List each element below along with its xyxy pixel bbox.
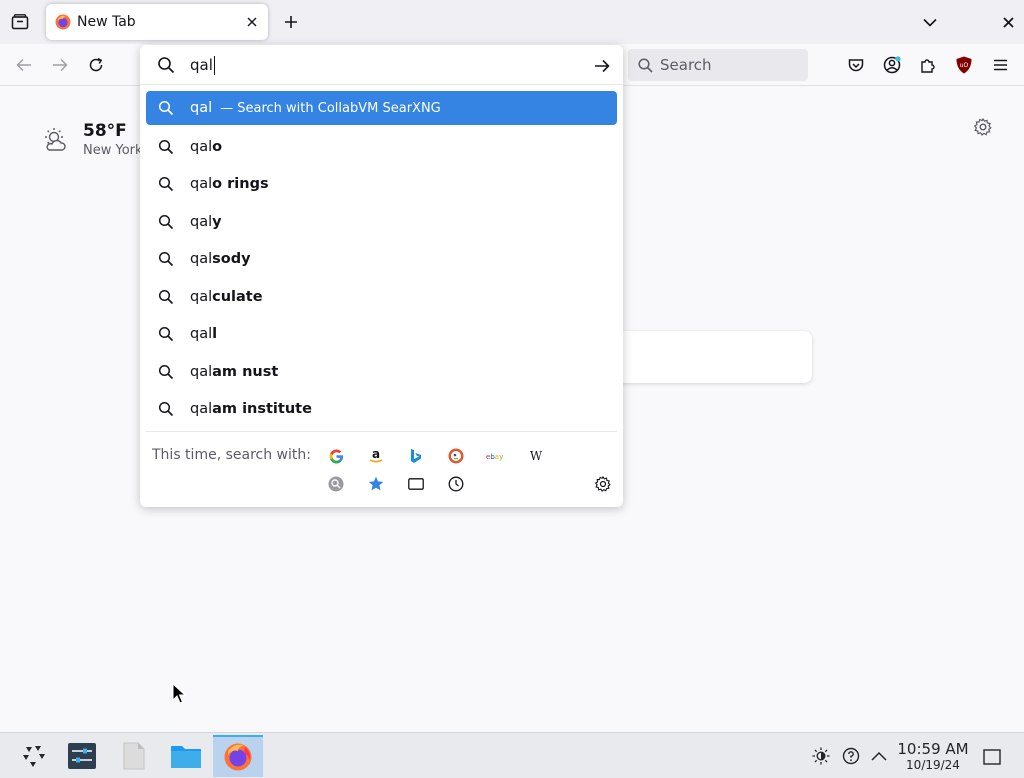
svg-text:a: a (372, 448, 380, 461)
svg-text:ebay: ebay (486, 453, 503, 461)
suggestion-row[interactable]: qalo rings (146, 166, 617, 204)
suggestion-text: qalam institute (190, 401, 312, 418)
close-window-icon[interactable] (994, 8, 1022, 36)
urlbar-input[interactable]: qal (190, 54, 215, 76)
divider (146, 431, 617, 432)
firefox-view-icon[interactable] (8, 10, 32, 34)
google-icon[interactable] (324, 444, 348, 468)
suggestion-row[interactable]: qalam nust (146, 353, 617, 391)
ebay-icon[interactable]: ebay (484, 444, 508, 468)
suggestion-text: qall (190, 326, 218, 343)
suggestion-text: qal (190, 100, 213, 116)
partly-cloudy-icon (45, 128, 66, 151)
search-icon (158, 57, 175, 74)
text-caret (213, 56, 215, 75)
hamburger-menu-icon[interactable] (985, 50, 1015, 80)
system-settings-icon[interactable] (57, 735, 107, 777)
urlbar[interactable]: qal (140, 45, 623, 85)
amazon-icon[interactable]: a (364, 444, 388, 468)
search-icon (158, 177, 174, 192)
wikipedia-icon[interactable]: W (524, 444, 548, 468)
svg-text:W: W (530, 449, 543, 463)
tabs-icon[interactable] (404, 472, 428, 496)
clock-time: 10:59 AM (897, 740, 969, 758)
tab-new-tab[interactable]: New Tab (46, 4, 268, 40)
history-clock-icon[interactable] (444, 472, 468, 496)
back-arrow-icon[interactable] (9, 50, 39, 80)
suggestion-text: qaly (190, 213, 222, 230)
gear-icon[interactable] (970, 114, 996, 140)
suggestion-text: qalo (190, 138, 223, 155)
search-icon (158, 252, 174, 267)
searxng-icon[interactable] (324, 472, 348, 496)
search-icon (158, 289, 174, 304)
suggestion-row[interactable]: qal — Search with CollabVM SearXNG (146, 91, 617, 125)
suggestion-row[interactable]: qalam institute (146, 391, 617, 429)
chevron-up-icon[interactable] (868, 745, 890, 767)
search-action-label: — Search with CollabVM SearXNG (220, 100, 441, 116)
extensions-icon[interactable] (913, 50, 943, 80)
search-icon (158, 327, 174, 342)
duckduckgo-icon[interactable] (444, 444, 468, 468)
account-icon[interactable] (877, 50, 907, 80)
firefox-icon (55, 14, 71, 30)
search-bar-placeholder: Search (660, 56, 712, 74)
search-icon (158, 139, 174, 154)
firefox-taskbar-icon[interactable] (213, 735, 263, 777)
search-icon (638, 57, 653, 73)
clock[interactable]: 10:59 AM 10/19/24 (896, 740, 970, 773)
suggestion-row[interactable]: qaly (146, 203, 617, 241)
suggestion-text: qalculate (190, 288, 263, 305)
one-off-search-label: This time, search with: (152, 447, 311, 463)
top-site-card[interactable] (600, 331, 812, 383)
search-icon (158, 214, 174, 229)
forward-arrow-icon[interactable] (45, 50, 75, 80)
urlbar-dropdown: qal qal — Search with CollabVM SearXNG q… (140, 45, 623, 507)
tab-title: New Tab (77, 14, 136, 30)
chevron-down-icon[interactable] (916, 8, 944, 36)
search-icon (158, 364, 174, 379)
mouse-cursor-icon (172, 683, 186, 704)
search-bar[interactable]: Search (628, 49, 808, 81)
pocket-icon[interactable] (841, 50, 871, 80)
app-launcher-icon[interactable] (9, 735, 59, 777)
suggestion-text: qalsody (190, 251, 251, 268)
bing-icon[interactable] (404, 444, 428, 468)
folder-icon[interactable] (161, 735, 211, 777)
urlbar-typed-text: qal (190, 56, 213, 74)
close-tab-icon[interactable] (238, 8, 266, 36)
gear-icon[interactable] (591, 472, 615, 496)
suggestion-row[interactable]: qalo (146, 128, 617, 166)
search-icon (158, 402, 174, 417)
weather-city: New York (83, 143, 143, 158)
help-icon[interactable] (840, 745, 862, 767)
svg-text:uO: uO (960, 62, 969, 69)
reload-icon[interactable] (81, 50, 111, 80)
suggestion-row[interactable]: qalsody (146, 241, 617, 279)
suggestion-text: qalam nust (190, 363, 279, 380)
tab-strip: New Tab (0, 0, 1024, 44)
suggestion-row[interactable]: qall (146, 316, 617, 354)
search-icon (158, 100, 174, 116)
ublock-origin-icon[interactable]: uO (949, 50, 979, 80)
suggestion-row[interactable]: qalculate (146, 278, 617, 316)
bookmarks-star-icon[interactable] (364, 472, 388, 496)
go-arrow-icon[interactable] (591, 55, 613, 77)
brightness-icon[interactable] (810, 745, 832, 767)
weather-temperature: 58°F (83, 121, 127, 141)
show-desktop-icon[interactable] (980, 745, 1004, 769)
taskbar: 10:59 AM 10/19/24 (0, 732, 1024, 778)
new-tab-button[interactable] (277, 8, 305, 36)
suggestion-text: qalo rings (190, 176, 269, 193)
file-icon[interactable] (109, 735, 159, 777)
suggestion-list: qal — Search with CollabVM SearXNG qalo … (146, 91, 617, 428)
clock-date: 10/19/24 (906, 758, 960, 772)
